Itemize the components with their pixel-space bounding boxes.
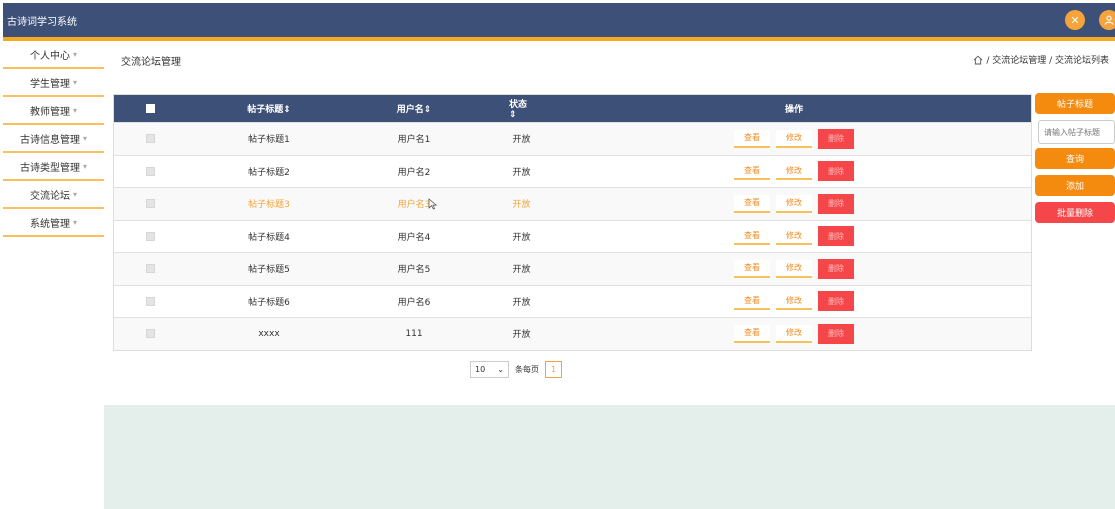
batch-delete-button[interactable]: 批量删除 — [1035, 202, 1115, 223]
cell-status: 开放 — [512, 330, 531, 341]
table-row: 帖子标题6 用户名6 开放 查看 修改 删除 — [114, 284, 1031, 317]
sidebar-item-personal-center[interactable]: 个人中心 ▾ — [3, 41, 104, 69]
row-checkbox[interactable] — [145, 231, 155, 241]
view-button[interactable]: 查看 — [734, 129, 770, 148]
row-checkbox[interactable] — [145, 166, 155, 176]
chevron-down-icon: ▾ — [82, 161, 87, 171]
row-checkbox[interactable] — [145, 199, 155, 209]
delete-button[interactable]: 删除 — [818, 258, 854, 279]
page-number-button[interactable]: 1 — [545, 361, 562, 378]
sidebar-item-system[interactable]: 系统管理 ▾ — [3, 209, 104, 237]
per-page-label: 条每页 — [515, 365, 539, 374]
cell-title: 帖子标题3 — [248, 200, 290, 211]
edit-button[interactable]: 修改 — [776, 324, 812, 343]
table-row: xxxx 111 开放 查看 修改 删除 — [114, 317, 1031, 350]
delete-button[interactable]: 删除 — [818, 193, 854, 214]
right-panel: 帖子标题 查询 添加 批量删除 — [1035, 93, 1115, 229]
home-icon[interactable] — [973, 55, 983, 65]
table-header: 帖子标题⇕ 用户名⇕ 状态⇕ 操作 — [114, 95, 1031, 122]
edit-button[interactable]: 修改 — [776, 194, 812, 213]
cell-title: xxxx — [258, 328, 280, 339]
column-header-actions: 操作 — [784, 105, 803, 115]
cell-title: 帖子标题6 — [248, 297, 290, 308]
cell-user: 用户名2 — [397, 167, 431, 178]
column-header-title[interactable]: 帖子标题⇕ — [234, 95, 304, 122]
view-button[interactable]: 查看 — [734, 324, 770, 343]
row-checkbox[interactable] — [145, 329, 155, 339]
footer-area — [104, 405, 1115, 509]
row-checkbox[interactable] — [145, 134, 155, 144]
breadcrumb: / 交流论坛管理 / 交流论坛列表 — [973, 53, 1109, 66]
view-button[interactable]: 查看 — [734, 162, 770, 181]
cell-title: 帖子标题4 — [248, 232, 290, 243]
edit-button[interactable]: 修改 — [776, 292, 812, 311]
breadcrumb-text[interactable]: / 交流论坛管理 / 交流论坛列表 — [986, 53, 1109, 66]
delete-button[interactable]: 删除 — [818, 323, 854, 344]
view-button[interactable]: 查看 — [734, 292, 770, 311]
page-size-select[interactable]: 10 ⌄ — [470, 361, 509, 378]
column-header-user[interactable]: 用户名⇕ — [384, 95, 444, 122]
search-input[interactable] — [1038, 120, 1115, 144]
view-button[interactable]: 查看 — [734, 227, 770, 246]
table-row: 帖子标题1 用户名1 开放 查看 修改 删除 — [114, 122, 1031, 155]
cell-title: 帖子标题5 — [248, 265, 290, 276]
sidebar-item-teachers[interactable]: 教师管理 ▾ — [3, 97, 104, 125]
delete-button[interactable]: 删除 — [818, 291, 854, 312]
sidebar-item-forum[interactable]: 交流论坛 ▾ — [3, 181, 104, 209]
cell-status: 开放 — [512, 167, 531, 178]
table-row: 帖子标题4 用户名4 开放 查看 修改 删除 — [114, 219, 1031, 252]
forum-table: 帖子标题⇕ 用户名⇕ 状态⇕ 操作 帖子标题1 用户名1 开放 查看 修改 删除… — [113, 94, 1032, 351]
view-button[interactable]: 查看 — [734, 259, 770, 278]
select-all-checkbox[interactable] — [145, 104, 155, 113]
add-button[interactable]: 添加 — [1035, 175, 1115, 196]
accent-strip — [3, 37, 1115, 41]
sidebar-item-poem-types[interactable]: 古诗类型管理 ▾ — [3, 153, 104, 181]
cell-user: 用户名6 — [397, 297, 431, 308]
chevron-down-icon: ▾ — [72, 49, 77, 59]
chevron-down-icon: ⌄ — [497, 365, 504, 374]
cell-status: 开放 — [512, 200, 531, 211]
pagination: 10 ⌄ 条每页 1 — [470, 361, 562, 378]
delete-button[interactable]: 删除 — [818, 161, 854, 182]
query-button[interactable]: 查询 — [1035, 148, 1115, 169]
edit-button[interactable]: 修改 — [776, 162, 812, 181]
row-checkbox[interactable] — [145, 264, 155, 274]
top-bar: 古诗词学习系统 ✕ — [3, 3, 1115, 37]
chevron-down-icon: ▾ — [72, 105, 77, 115]
cell-user: 用户名1 — [397, 135, 431, 146]
sidebar: 个人中心 ▾ 学生管理 ▾ 教师管理 ▾ 古诗信息管理 ▾ 古诗类型管理 ▾ 交流论坛 ▾ … — [3, 41, 104, 237]
table-row: 帖子标题2 用户名2 开放 查看 修改 删除 — [114, 154, 1031, 187]
cell-status: 开放 — [512, 265, 531, 276]
cell-status: 开放 — [512, 232, 531, 243]
fullscreen-icon[interactable]: ✕ — [1065, 10, 1085, 30]
edit-button[interactable]: 修改 — [776, 129, 812, 148]
edit-button[interactable]: 修改 — [776, 259, 812, 278]
user-avatar-icon[interactable] — [1099, 10, 1115, 30]
cell-title: 帖子标题2 — [248, 167, 290, 178]
view-button[interactable]: 查看 — [734, 194, 770, 213]
row-checkbox[interactable] — [145, 296, 155, 306]
sidebar-item-poem-info[interactable]: 古诗信息管理 ▾ — [3, 125, 104, 153]
mouse-cursor-icon — [428, 198, 438, 210]
chevron-down-icon: ▾ — [72, 217, 77, 227]
chevron-down-icon: ▾ — [72, 77, 77, 87]
chevron-down-icon: ▾ — [82, 133, 87, 143]
cell-status: 开放 — [512, 297, 531, 308]
edit-button[interactable]: 修改 — [776, 227, 812, 246]
search-field-label: 帖子标题 — [1035, 93, 1115, 114]
delete-button[interactable]: 删除 — [818, 226, 854, 247]
page-title: 交流论坛管理 — [121, 57, 181, 68]
cell-user: 用户名5 — [397, 265, 431, 276]
app-title: 古诗词学习系统 — [7, 17, 77, 28]
cell-user: 用户名4 — [397, 232, 431, 243]
cell-user: 111 — [405, 328, 423, 339]
delete-button[interactable]: 删除 — [818, 128, 854, 149]
cell-title: 帖子标题1 — [248, 135, 290, 146]
sidebar-item-students[interactable]: 学生管理 ▾ — [3, 69, 104, 97]
table-row: 帖子标题5 用户名5 开放 查看 修改 删除 — [114, 252, 1031, 285]
table-row: 帖子标题3 用户名3 开放 查看 修改 删除 — [114, 187, 1031, 220]
chevron-down-icon: ▾ — [72, 189, 77, 199]
cell-status: 开放 — [512, 135, 531, 146]
column-header-status[interactable]: 状态⇕ — [509, 95, 534, 122]
